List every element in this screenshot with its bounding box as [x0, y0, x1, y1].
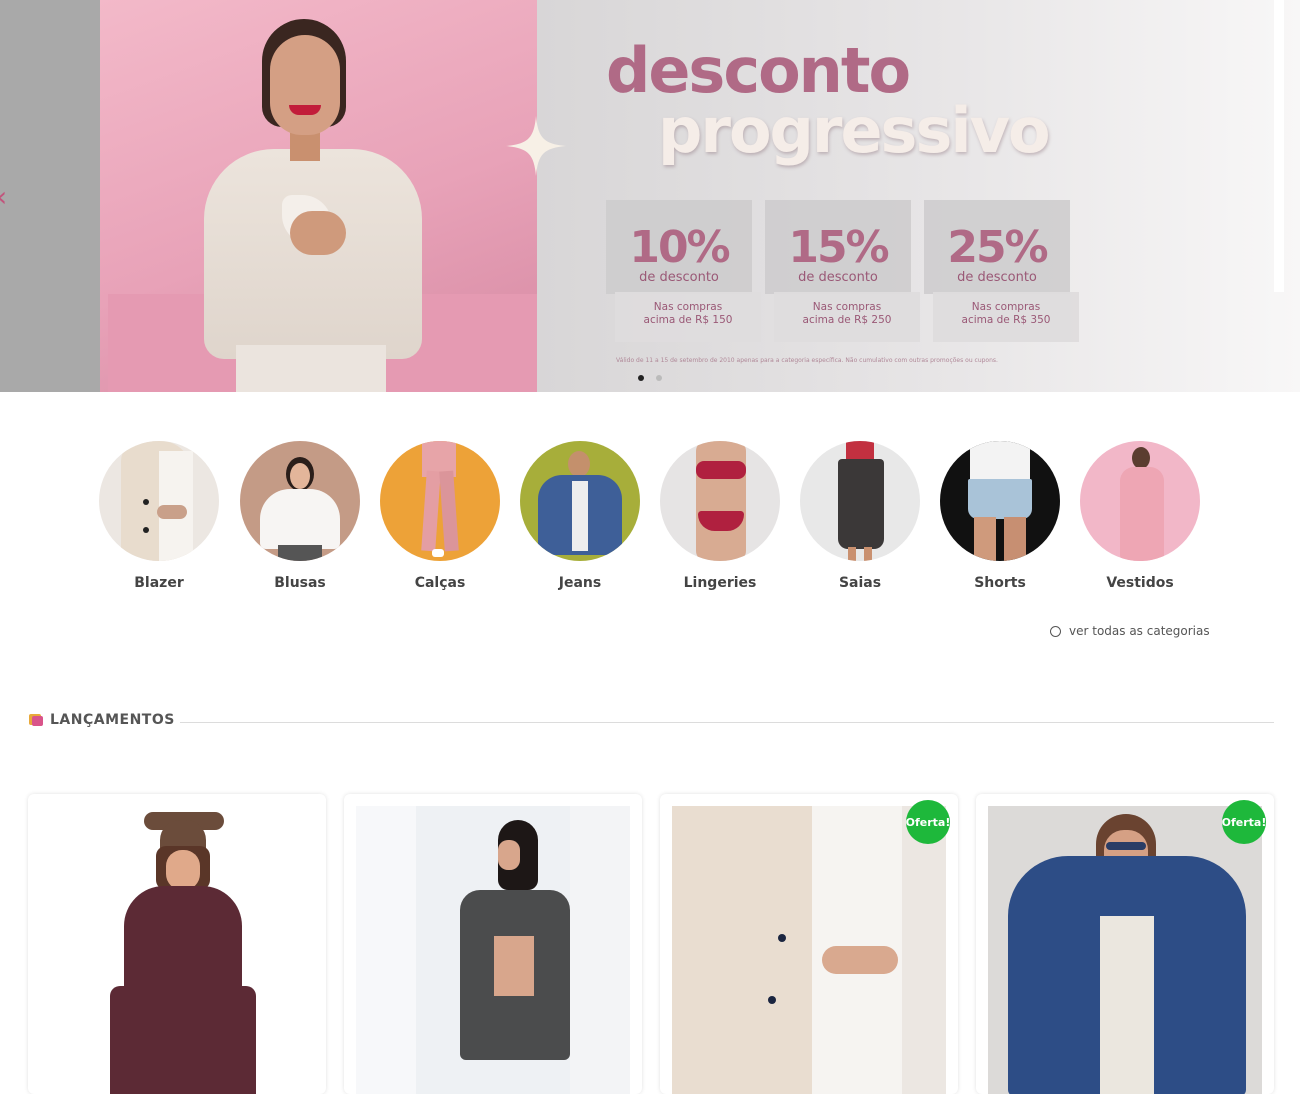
discount-tier-percent: 25% — [947, 222, 1048, 273]
tag-icon — [29, 714, 43, 726]
category-calcas[interactable]: Calças — [380, 441, 500, 591]
product-image[interactable] — [988, 806, 1262, 1094]
circle-icon — [1050, 625, 1061, 637]
discount-tier-note-line2: acima de R$ 250 — [802, 314, 892, 326]
category-image — [800, 441, 920, 561]
discount-tier-note-line2: acima de R$ 350 — [961, 314, 1051, 326]
category-image — [99, 441, 219, 561]
category-label: Blusas — [274, 575, 326, 591]
banner-disclaimer: Válido de 11 a 15 de setembro de 2010 ap… — [616, 357, 998, 364]
discount-tier-percent: 15% — [788, 222, 889, 273]
category-label: Jeans — [558, 575, 602, 591]
category-vestidos[interactable]: Vestidos — [1080, 441, 1200, 591]
launches-title: LANÇAMENTOS — [50, 712, 175, 728]
category-label: Blazer — [134, 575, 184, 591]
discount-tier-note: Nas compras acima de R$ 250 — [774, 301, 920, 327]
category-blusas[interactable]: Blusas — [240, 441, 360, 591]
discount-tier-note: Nas compras acima de R$ 350 — [933, 301, 1079, 327]
slide-dot-active[interactable] — [638, 375, 644, 381]
banner-prev-slide-edge — [0, 0, 100, 392]
category-image — [1080, 441, 1200, 561]
category-image — [240, 441, 360, 561]
banner-model-image — [190, 15, 450, 392]
product-image[interactable] — [672, 806, 946, 1094]
product-image[interactable] — [356, 806, 630, 1094]
category-blazer[interactable]: Blazer — [99, 441, 219, 591]
discount-tier-label: de desconto — [639, 270, 719, 285]
category-image — [520, 441, 640, 561]
category-image — [940, 441, 1060, 561]
discount-tier-note-line1: Nas compras — [971, 301, 1041, 313]
banner-divider — [1274, 0, 1284, 292]
slide-dot[interactable] — [656, 375, 662, 381]
discount-tier-label: de desconto — [957, 270, 1037, 285]
discount-tier-note: Nas compras acima de R$ 150 — [615, 301, 761, 327]
sparkle-icon — [506, 116, 566, 176]
category-label: Vestidos — [1106, 575, 1174, 591]
category-label: Calças — [414, 575, 466, 591]
discount-tier-note-line1: Nas compras — [653, 301, 723, 313]
see-all-categories-label: ver todas as categorias — [1069, 624, 1210, 638]
category-label: Saias — [838, 575, 882, 591]
category-image — [380, 441, 500, 561]
banner-title-line2: progressivo — [658, 94, 1051, 167]
category-saias[interactable]: Saias — [800, 441, 920, 591]
product-card[interactable] — [344, 794, 642, 1094]
see-all-categories-link[interactable]: ver todas as categorias — [1050, 624, 1210, 638]
hero-banner[interactable]: ‹ desconto progressivo 10% de desconto N… — [0, 0, 1300, 392]
category-label: Lingeries — [683, 575, 757, 591]
product-card[interactable] — [28, 794, 326, 1094]
discount-tier-label: de desconto — [798, 270, 878, 285]
discount-tier-note-line2: acima de R$ 150 — [643, 314, 733, 326]
product-image[interactable] — [40, 806, 314, 1094]
offer-badge: Oferta! — [906, 800, 950, 844]
launches-header: LANÇAMENTOS — [28, 712, 175, 728]
section-divider — [180, 722, 1274, 723]
category-lingeries[interactable]: Lingeries — [660, 441, 780, 591]
discount-tier-percent: 10% — [629, 222, 730, 273]
category-image — [660, 441, 780, 561]
banner-title-line1: desconto — [606, 34, 911, 107]
offer-badge: Oferta! — [1222, 800, 1266, 844]
category-shorts[interactable]: Shorts — [940, 441, 1060, 591]
chevron-left-icon[interactable]: ‹ — [0, 180, 7, 213]
category-jeans[interactable]: Jeans — [520, 441, 640, 591]
category-label: Shorts — [974, 575, 1026, 591]
discount-tier-note-line1: Nas compras — [812, 301, 882, 313]
